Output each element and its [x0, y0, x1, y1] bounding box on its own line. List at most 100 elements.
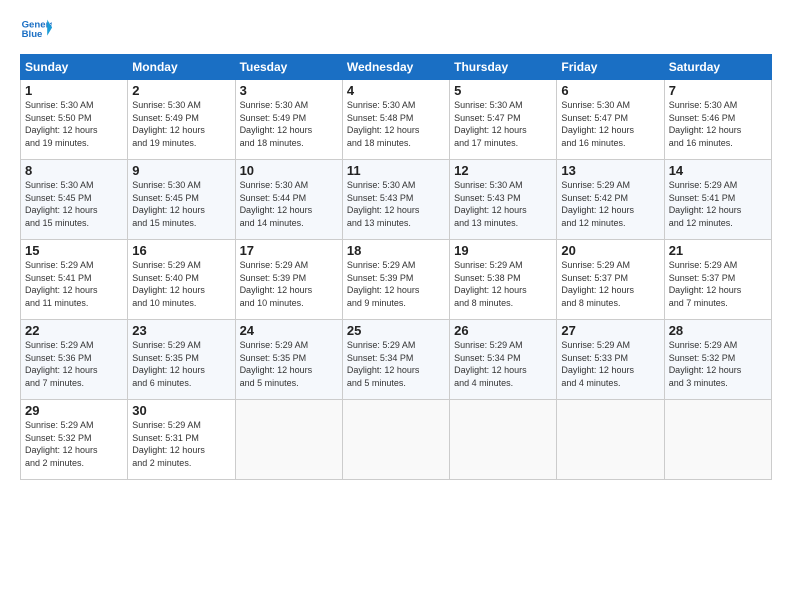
- day-cell: [342, 400, 449, 480]
- day-info: Sunrise: 5:29 AM Sunset: 5:38 PM Dayligh…: [454, 259, 552, 309]
- day-info: Sunrise: 5:30 AM Sunset: 5:50 PM Dayligh…: [25, 99, 123, 149]
- day-number: 15: [25, 243, 123, 258]
- day-number: 17: [240, 243, 338, 258]
- day-number: 24: [240, 323, 338, 338]
- week-row-4: 22Sunrise: 5:29 AM Sunset: 5:36 PM Dayli…: [21, 320, 772, 400]
- weekday-thursday: Thursday: [450, 55, 557, 80]
- day-cell: 13Sunrise: 5:29 AM Sunset: 5:42 PM Dayli…: [557, 160, 664, 240]
- day-cell: 23Sunrise: 5:29 AM Sunset: 5:35 PM Dayli…: [128, 320, 235, 400]
- day-cell: 12Sunrise: 5:30 AM Sunset: 5:43 PM Dayli…: [450, 160, 557, 240]
- day-number: 9: [132, 163, 230, 178]
- day-info: Sunrise: 5:29 AM Sunset: 5:33 PM Dayligh…: [561, 339, 659, 389]
- day-info: Sunrise: 5:29 AM Sunset: 5:36 PM Dayligh…: [25, 339, 123, 389]
- day-number: 4: [347, 83, 445, 98]
- day-cell: 6Sunrise: 5:30 AM Sunset: 5:47 PM Daylig…: [557, 80, 664, 160]
- day-number: 29: [25, 403, 123, 418]
- day-number: 18: [347, 243, 445, 258]
- week-row-3: 15Sunrise: 5:29 AM Sunset: 5:41 PM Dayli…: [21, 240, 772, 320]
- day-cell: [664, 400, 771, 480]
- day-cell: 11Sunrise: 5:30 AM Sunset: 5:43 PM Dayli…: [342, 160, 449, 240]
- day-number: 8: [25, 163, 123, 178]
- day-info: Sunrise: 5:29 AM Sunset: 5:41 PM Dayligh…: [25, 259, 123, 309]
- day-cell: [450, 400, 557, 480]
- day-cell: 26Sunrise: 5:29 AM Sunset: 5:34 PM Dayli…: [450, 320, 557, 400]
- day-cell: 16Sunrise: 5:29 AM Sunset: 5:40 PM Dayli…: [128, 240, 235, 320]
- day-number: 5: [454, 83, 552, 98]
- day-info: Sunrise: 5:29 AM Sunset: 5:41 PM Dayligh…: [669, 179, 767, 229]
- day-cell: 7Sunrise: 5:30 AM Sunset: 5:46 PM Daylig…: [664, 80, 771, 160]
- day-cell: [557, 400, 664, 480]
- day-info: Sunrise: 5:29 AM Sunset: 5:34 PM Dayligh…: [347, 339, 445, 389]
- day-cell: 24Sunrise: 5:29 AM Sunset: 5:35 PM Dayli…: [235, 320, 342, 400]
- day-number: 25: [347, 323, 445, 338]
- day-number: 21: [669, 243, 767, 258]
- logo: General Blue: [20, 16, 52, 44]
- day-cell: [235, 400, 342, 480]
- day-number: 30: [132, 403, 230, 418]
- day-cell: 15Sunrise: 5:29 AM Sunset: 5:41 PM Dayli…: [21, 240, 128, 320]
- day-number: 11: [347, 163, 445, 178]
- day-info: Sunrise: 5:29 AM Sunset: 5:40 PM Dayligh…: [132, 259, 230, 309]
- day-cell: 4Sunrise: 5:30 AM Sunset: 5:48 PM Daylig…: [342, 80, 449, 160]
- day-cell: 17Sunrise: 5:29 AM Sunset: 5:39 PM Dayli…: [235, 240, 342, 320]
- day-info: Sunrise: 5:30 AM Sunset: 5:49 PM Dayligh…: [132, 99, 230, 149]
- day-cell: 30Sunrise: 5:29 AM Sunset: 5:31 PM Dayli…: [128, 400, 235, 480]
- week-row-1: 1Sunrise: 5:30 AM Sunset: 5:50 PM Daylig…: [21, 80, 772, 160]
- day-info: Sunrise: 5:29 AM Sunset: 5:34 PM Dayligh…: [454, 339, 552, 389]
- day-number: 2: [132, 83, 230, 98]
- day-number: 14: [669, 163, 767, 178]
- day-cell: 19Sunrise: 5:29 AM Sunset: 5:38 PM Dayli…: [450, 240, 557, 320]
- day-cell: 27Sunrise: 5:29 AM Sunset: 5:33 PM Dayli…: [557, 320, 664, 400]
- day-cell: 28Sunrise: 5:29 AM Sunset: 5:32 PM Dayli…: [664, 320, 771, 400]
- day-cell: 29Sunrise: 5:29 AM Sunset: 5:32 PM Dayli…: [21, 400, 128, 480]
- weekday-tuesday: Tuesday: [235, 55, 342, 80]
- svg-text:Blue: Blue: [22, 29, 43, 40]
- page: General Blue SundayMondayTuesdayWednesda…: [0, 0, 792, 612]
- calendar: SundayMondayTuesdayWednesdayThursdayFrid…: [20, 54, 772, 480]
- day-number: 3: [240, 83, 338, 98]
- day-number: 12: [454, 163, 552, 178]
- weekday-friday: Friday: [557, 55, 664, 80]
- day-cell: 10Sunrise: 5:30 AM Sunset: 5:44 PM Dayli…: [235, 160, 342, 240]
- day-info: Sunrise: 5:30 AM Sunset: 5:47 PM Dayligh…: [561, 99, 659, 149]
- day-cell: 22Sunrise: 5:29 AM Sunset: 5:36 PM Dayli…: [21, 320, 128, 400]
- day-info: Sunrise: 5:29 AM Sunset: 5:31 PM Dayligh…: [132, 419, 230, 469]
- day-info: Sunrise: 5:29 AM Sunset: 5:39 PM Dayligh…: [347, 259, 445, 309]
- day-cell: 25Sunrise: 5:29 AM Sunset: 5:34 PM Dayli…: [342, 320, 449, 400]
- day-number: 19: [454, 243, 552, 258]
- day-number: 22: [25, 323, 123, 338]
- header: General Blue: [20, 16, 772, 44]
- day-info: Sunrise: 5:30 AM Sunset: 5:47 PM Dayligh…: [454, 99, 552, 149]
- day-info: Sunrise: 5:29 AM Sunset: 5:37 PM Dayligh…: [561, 259, 659, 309]
- day-info: Sunrise: 5:30 AM Sunset: 5:46 PM Dayligh…: [669, 99, 767, 149]
- day-info: Sunrise: 5:29 AM Sunset: 5:35 PM Dayligh…: [240, 339, 338, 389]
- day-info: Sunrise: 5:30 AM Sunset: 5:43 PM Dayligh…: [347, 179, 445, 229]
- day-number: 27: [561, 323, 659, 338]
- day-info: Sunrise: 5:30 AM Sunset: 5:45 PM Dayligh…: [132, 179, 230, 229]
- day-number: 26: [454, 323, 552, 338]
- day-number: 23: [132, 323, 230, 338]
- day-info: Sunrise: 5:29 AM Sunset: 5:35 PM Dayligh…: [132, 339, 230, 389]
- weekday-header-row: SundayMondayTuesdayWednesdayThursdayFrid…: [21, 55, 772, 80]
- weekday-saturday: Saturday: [664, 55, 771, 80]
- day-cell: 2Sunrise: 5:30 AM Sunset: 5:49 PM Daylig…: [128, 80, 235, 160]
- weekday-wednesday: Wednesday: [342, 55, 449, 80]
- day-info: Sunrise: 5:30 AM Sunset: 5:45 PM Dayligh…: [25, 179, 123, 229]
- day-number: 10: [240, 163, 338, 178]
- day-info: Sunrise: 5:30 AM Sunset: 5:43 PM Dayligh…: [454, 179, 552, 229]
- day-cell: 20Sunrise: 5:29 AM Sunset: 5:37 PM Dayli…: [557, 240, 664, 320]
- day-info: Sunrise: 5:30 AM Sunset: 5:48 PM Dayligh…: [347, 99, 445, 149]
- day-cell: 21Sunrise: 5:29 AM Sunset: 5:37 PM Dayli…: [664, 240, 771, 320]
- day-info: Sunrise: 5:29 AM Sunset: 5:37 PM Dayligh…: [669, 259, 767, 309]
- day-number: 13: [561, 163, 659, 178]
- week-row-2: 8Sunrise: 5:30 AM Sunset: 5:45 PM Daylig…: [21, 160, 772, 240]
- day-info: Sunrise: 5:29 AM Sunset: 5:32 PM Dayligh…: [669, 339, 767, 389]
- day-number: 7: [669, 83, 767, 98]
- day-number: 6: [561, 83, 659, 98]
- day-cell: 9Sunrise: 5:30 AM Sunset: 5:45 PM Daylig…: [128, 160, 235, 240]
- logo-icon: General Blue: [20, 16, 52, 44]
- weekday-sunday: Sunday: [21, 55, 128, 80]
- day-number: 1: [25, 83, 123, 98]
- day-number: 16: [132, 243, 230, 258]
- day-info: Sunrise: 5:29 AM Sunset: 5:39 PM Dayligh…: [240, 259, 338, 309]
